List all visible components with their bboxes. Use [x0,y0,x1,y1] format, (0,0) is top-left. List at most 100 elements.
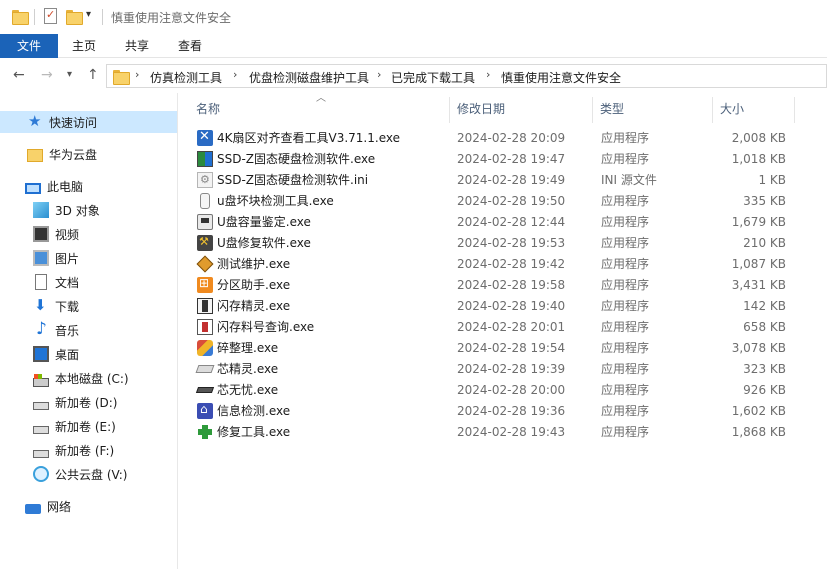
ini-file-icon [197,172,213,188]
chevron-right-icon[interactable]: › [135,68,139,81]
nav-item-3d-objects[interactable]: 3D 对象 [0,199,177,221]
nav-item-downloads[interactable]: 下载 [0,295,177,317]
divider [34,9,35,25]
nav-label: 3D 对象 [55,203,100,218]
chevron-right-icon[interactable]: › [377,68,381,81]
column-header-name[interactable]: 名称 [196,97,220,121]
back-arrow-icon[interactable]: ← [13,67,25,83]
forward-arrow-icon[interactable]: → [41,67,53,83]
flash-icon [197,298,213,314]
file-name: u盘坏块检测工具.exe [217,194,334,208]
nav-item-drive-v[interactable]: 公共云盘 (V:) [0,463,177,485]
recent-locations-icon[interactable]: ▾ [67,69,72,80]
nav-this-pc[interactable]: 此电脑 [0,175,177,197]
navigation-bar: ← → ▾ ↑ › 仿真检测工具 › 优盘检测磁盘维护工具 › 已完成下载工具 … [0,59,827,93]
divider [102,9,103,25]
breadcrumb-item[interactable]: 优盘检测磁盘维护工具 [249,69,369,86]
breadcrumb-item[interactable]: 慎重使用注意文件安全 [501,69,621,86]
file-type: 应用程序 [601,278,650,292]
breadcrumb-item[interactable]: 仿真检测工具 [150,69,222,86]
file-type: 应用程序 [601,236,650,250]
nav-item-drive-d[interactable]: 新加卷 (D:) [0,391,177,413]
new-folder-icon[interactable] [66,10,83,25]
file-name: 碎整理.exe [217,341,279,355]
file-type: 应用程序 [601,194,650,208]
file-row[interactable]: U盘容量鉴定.exe 2024-02-28 12:44 应用程序 1,679 K… [192,212,802,233]
file-row[interactable]: U盘修复软件.exe 2024-02-28 19:53 应用程序 210 KB [192,233,802,254]
file-row[interactable]: 芯精灵.exe 2024-02-28 19:39 应用程序 323 KB [192,359,802,380]
column-divider[interactable] [794,97,795,123]
file-row[interactable]: 4K扇区对齐查看工具V3.71.1.exe 2024-02-28 20:09 应… [192,128,802,149]
sort-ascending-icon: ︿ [316,93,326,104]
file-row[interactable]: SSD-Z固态硬盘检测软件.ini 2024-02-28 19:49 INI 源… [192,170,802,191]
file-row[interactable]: 测试维护.exe 2024-02-28 19:42 应用程序 1,087 KB [192,254,802,275]
nav-item-drive-e[interactable]: 新加卷 (E:) [0,415,177,437]
tab-home[interactable]: 主页 [64,34,104,58]
wrench-icon [197,129,213,146]
column-divider[interactable] [449,97,450,123]
file-date: 2024-02-28 19:50 [457,194,566,208]
nav-label: 新加卷 (D:) [55,395,118,410]
file-size: 3,078 KB [731,341,786,355]
video-icon [33,226,49,242]
file-row[interactable]: 闪存料号查询.exe 2024-02-28 20:01 应用程序 658 KB [192,317,802,338]
breadcrumb-item[interactable]: 已完成下载工具 [391,69,475,86]
file-name: 闪存料号查询.exe [217,320,315,334]
properties-icon[interactable] [44,8,57,24]
nav-quick-access[interactable]: 快速访问 [0,111,177,133]
downloads-icon [33,296,49,314]
nav-item-drive-f[interactable]: 新加卷 (F:) [0,439,177,461]
address-bar[interactable]: › 仿真检测工具 › 优盘检测磁盘维护工具 › 已完成下载工具 › 慎重使用注意… [106,64,827,88]
nav-network[interactable]: 网络 [0,495,177,517]
file-row[interactable]: 碎整理.exe 2024-02-28 19:54 应用程序 3,078 KB [192,338,802,359]
ribbon: 文件 主页 共享 查看 [0,34,827,58]
tab-view[interactable]: 查看 [170,34,210,58]
column-header-date[interactable]: 修改日期 [457,97,505,121]
column-divider[interactable] [592,97,593,123]
nav-label: 视频 [55,227,80,242]
customize-toolbar-icon[interactable]: ▾ [86,9,91,20]
nav-item-documents[interactable]: 文档 [0,271,177,293]
nav-label: 文档 [55,275,80,290]
file-row[interactable]: 修复工具.exe 2024-02-28 19:43 应用程序 1,868 KB [192,422,802,443]
file-row[interactable]: 分区助手.exe 2024-02-28 19:58 应用程序 3,431 KB [192,275,802,296]
file-row[interactable]: 闪存精灵.exe 2024-02-28 19:40 应用程序 142 KB [192,296,802,317]
column-header-size[interactable]: 大小 [720,97,744,121]
nav-label: 网络 [47,499,72,514]
file-row[interactable]: 芯无忧.exe 2024-02-28 20:00 应用程序 926 KB [192,380,802,401]
file-type: 应用程序 [601,320,650,334]
nav-label: 本地磁盘 (C:) [55,371,129,386]
test-icon [196,255,214,273]
green-cross-icon [197,424,213,440]
file-row[interactable]: u盘坏块检测工具.exe 2024-02-28 19:50 应用程序 335 K… [192,191,802,212]
tab-share[interactable]: 共享 [117,34,157,58]
nav-item-music[interactable]: 音乐 [0,319,177,341]
partition-icon [197,276,213,293]
chevron-right-icon[interactable]: › [233,68,237,81]
up-arrow-icon[interactable]: ↑ [87,67,99,83]
column-divider[interactable] [712,97,713,123]
nav-label: 音乐 [55,323,80,338]
nav-item-videos[interactable]: 视频 [0,223,177,245]
nav-huawei-cloud[interactable]: 华为云盘 [0,143,177,165]
chevron-right-icon[interactable]: › [486,68,490,81]
column-header-type[interactable]: 类型 [600,97,624,121]
file-size: 926 KB [743,383,786,397]
nav-item-desktop[interactable]: 桌面 [0,343,177,365]
nav-item-drive-c[interactable]: 本地磁盘 (C:) [0,367,177,389]
file-row[interactable]: 信息检测.exe 2024-02-28 19:36 应用程序 1,602 KB [192,401,802,422]
file-size: 210 KB [743,236,786,250]
file-type: 应用程序 [601,362,650,376]
usb-icon [200,193,210,209]
file-date: 2024-02-28 19:39 [457,362,566,376]
file-name: SSD-Z固态硬盘检测软件.ini [217,173,369,187]
nav-item-pictures[interactable]: 图片 [0,247,177,269]
file-size: 142 KB [743,299,786,313]
pane-divider[interactable] [177,93,178,569]
tab-file[interactable]: 文件 [0,34,58,58]
window-title: 慎重使用注意文件安全 [111,11,232,25]
file-row[interactable]: SSD-Z固态硬盘检测软件.exe 2024-02-28 19:47 应用程序 … [192,149,802,170]
navigation-pane: 快速访问 华为云盘 此电脑 3D 对象 视频 图片 文档 下载 音乐 桌面 本地… [0,93,178,569]
file-name: 分区助手.exe [217,278,291,292]
folder-icon [27,148,43,162]
